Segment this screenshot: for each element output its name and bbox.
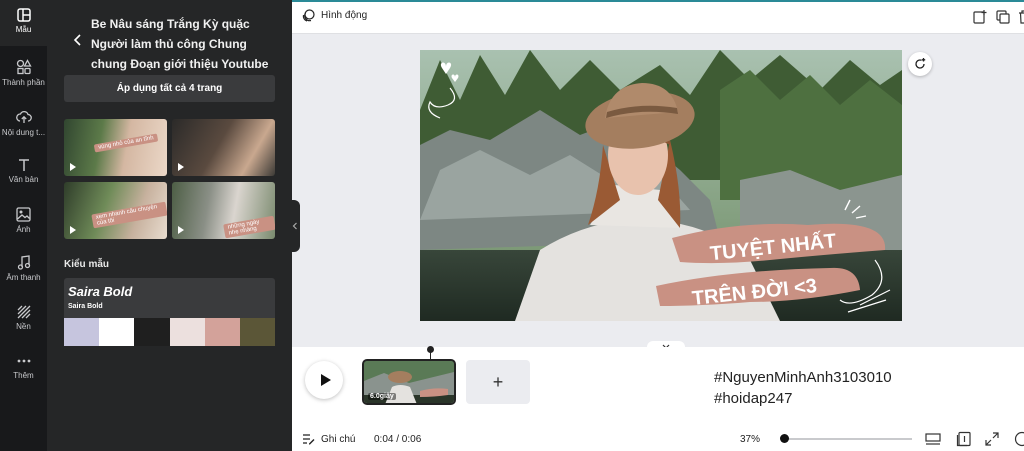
playback-time: 0:04 / 0:06 bbox=[374, 434, 422, 445]
fullscreen-icon[interactable] bbox=[984, 431, 1000, 447]
palette-swatch[interactable] bbox=[169, 318, 205, 346]
design-canvas[interactable]: TUYỆT NHẤT TRÊN ĐỜI <3 bbox=[420, 50, 902, 321]
play-button[interactable] bbox=[305, 361, 343, 399]
template-icon bbox=[16, 8, 31, 22]
thumbnail-caption: những ngày nhẹ nhàng bbox=[223, 215, 275, 239]
template-page-thumbnail[interactable]: những ngày nhẹ nhàng bbox=[172, 182, 275, 239]
palette-swatch[interactable] bbox=[204, 318, 240, 346]
template-page-thumbnail[interactable]: vùng nhỏ của an tĩnh bbox=[64, 119, 167, 176]
rail-label: Mẫu bbox=[15, 25, 32, 34]
top-toolbar: Hình động bbox=[292, 0, 1024, 34]
styles-heading: Kiểu mẫu bbox=[64, 259, 110, 270]
rail-label: Âm thanh bbox=[6, 273, 41, 282]
background-pattern-icon bbox=[17, 305, 30, 319]
canvas-artwork: TUYỆT NHẤT TRÊN ĐỜI <3 bbox=[420, 50, 902, 321]
shapes-icon bbox=[16, 59, 32, 75]
rail-label: Thành phần bbox=[2, 78, 45, 87]
zoom-level[interactable]: 37% bbox=[740, 434, 760, 445]
play-icon bbox=[70, 226, 76, 234]
regenerate-button[interactable] bbox=[908, 52, 932, 76]
watermark-line: #hoidap247 bbox=[714, 390, 793, 407]
image-icon bbox=[16, 207, 31, 222]
palette-swatch[interactable] bbox=[134, 318, 170, 346]
add-page-icon[interactable] bbox=[972, 9, 988, 25]
rail-label: Thêm bbox=[13, 371, 34, 380]
page-count-icon[interactable] bbox=[956, 431, 972, 447]
play-icon bbox=[178, 226, 184, 234]
watermark-line: #NguyenMinhAnh3103010 bbox=[714, 369, 892, 386]
canva-editor: Mẫu Thành phần Nội dung t... Văn bản Ảnh… bbox=[0, 0, 1024, 451]
watermark-text: #NguyenMinhAnh3103010 #hoidap247 bbox=[714, 367, 892, 409]
notes-icon bbox=[303, 434, 315, 445]
grid-view-icon[interactable] bbox=[925, 431, 941, 447]
notes-button[interactable]: Ghi chú bbox=[302, 433, 355, 445]
scene-clip[interactable]: 6.0giây bbox=[362, 359, 456, 405]
music-icon bbox=[17, 255, 30, 270]
template-page-thumbnail[interactable]: xem nhanh câu chuyện của tôi bbox=[64, 182, 167, 239]
chevron-left-icon[interactable] bbox=[71, 32, 85, 48]
animate-label: Hình động bbox=[321, 10, 368, 21]
rail-item-text[interactable]: Văn bản bbox=[0, 150, 47, 196]
palette-swatch[interactable] bbox=[239, 318, 276, 346]
rail-label: Nền bbox=[16, 322, 31, 331]
rail-item-uploads[interactable]: Nội dung t... bbox=[0, 101, 47, 147]
timeline-panel: 6.0giây + #NguyenMinhAnh3103010 #hoidap2… bbox=[292, 346, 1024, 451]
template-panel: Be Nâu sáng Trắng Kỳ quặc Người làm thủ … bbox=[47, 0, 292, 451]
palette-swatch[interactable] bbox=[99, 318, 135, 346]
rail-label: Văn bản bbox=[8, 175, 39, 184]
play-icon bbox=[70, 163, 76, 171]
help-icon[interactable] bbox=[1014, 431, 1024, 447]
template-page-thumbnail[interactable] bbox=[172, 119, 275, 176]
rail-label: Ảnh bbox=[16, 225, 31, 234]
palette-swatch[interactable] bbox=[64, 318, 100, 346]
more-dots-icon bbox=[17, 359, 30, 363]
rail-item-elements[interactable]: Thành phần bbox=[0, 51, 47, 97]
accent-line bbox=[292, 0, 1024, 2]
animate-button[interactable]: Hình động bbox=[302, 9, 367, 22]
refresh-icon bbox=[915, 58, 926, 69]
thumbnail-caption: vùng nhỏ của an tĩnh bbox=[93, 133, 159, 153]
side-rail: Mẫu Thành phần Nội dung t... Văn bản Ảnh… bbox=[0, 0, 47, 451]
play-icon bbox=[178, 163, 184, 171]
delete-page-icon[interactable] bbox=[1016, 9, 1024, 25]
animation-icon bbox=[302, 9, 315, 22]
chevron-left-icon bbox=[292, 222, 297, 230]
font-body-sample: Saira Bold bbox=[68, 303, 103, 310]
rail-item-photos[interactable]: Ảnh bbox=[0, 199, 47, 245]
template-title: Be Nâu sáng Trắng Kỳ quặc Người làm thủ … bbox=[91, 17, 269, 71]
add-scene-button[interactable]: + bbox=[466, 360, 530, 404]
rail-item-background[interactable]: Nền bbox=[0, 297, 47, 343]
font-heading-sample: Saira Bold bbox=[68, 284, 133, 299]
zoom-slider-track[interactable] bbox=[782, 438, 912, 440]
zoom-slider-thumb[interactable] bbox=[780, 434, 789, 443]
rail-item-audio[interactable]: Âm thanh bbox=[0, 247, 47, 293]
font-style-card[interactable]: Saira Bold Saira Bold bbox=[64, 278, 275, 318]
rail-item-templates[interactable]: Mẫu bbox=[0, 0, 47, 46]
play-icon bbox=[320, 374, 331, 386]
collapse-panel-button[interactable] bbox=[290, 200, 300, 252]
text-icon bbox=[18, 159, 29, 171]
scene-duration: 6.0giây bbox=[368, 393, 396, 400]
color-palette[interactable] bbox=[64, 318, 276, 346]
rail-item-more[interactable]: Thêm bbox=[0, 346, 47, 392]
apply-all-pages-button[interactable]: Áp dụng tất cả 4 trang bbox=[64, 75, 275, 102]
rail-label: Nội dung t... bbox=[1, 128, 46, 137]
cloud-upload-icon bbox=[15, 110, 32, 123]
notes-label: Ghi chú bbox=[321, 433, 356, 445]
thumbnail-caption: xem nhanh câu chuyện của tôi bbox=[91, 201, 167, 229]
duplicate-page-icon[interactable] bbox=[995, 9, 1011, 25]
